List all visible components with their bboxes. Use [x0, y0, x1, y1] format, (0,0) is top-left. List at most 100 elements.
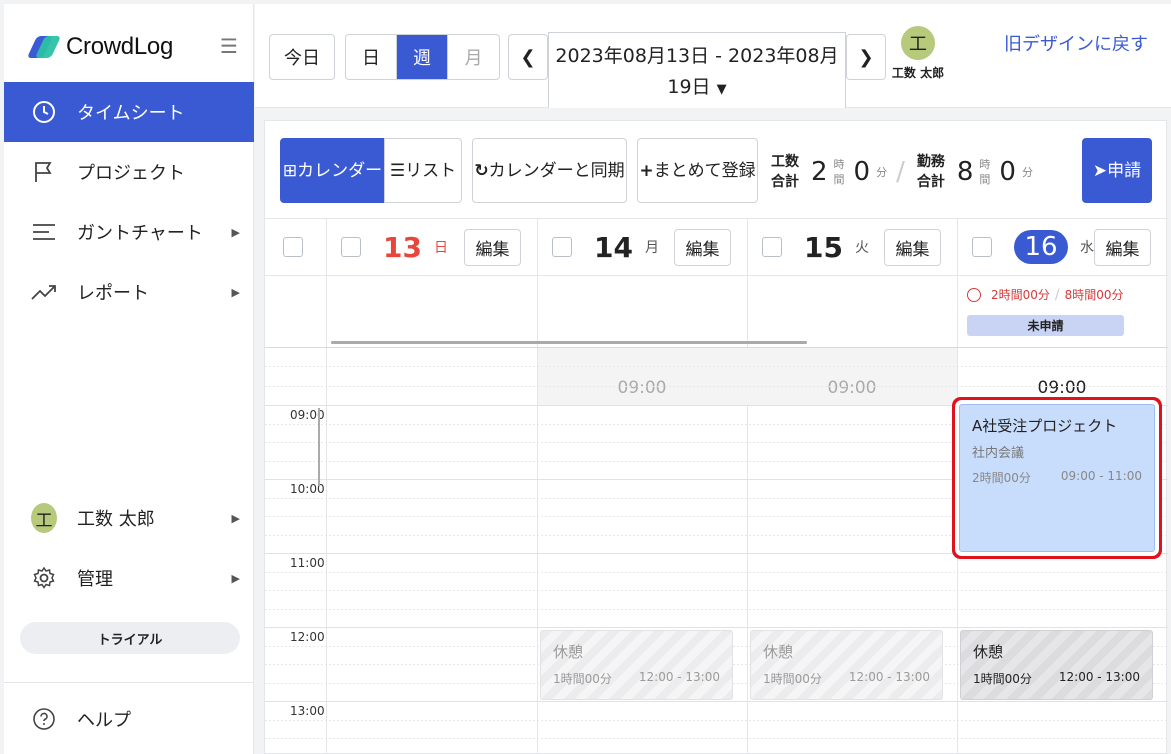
edit-button[interactable]: 編集: [1094, 229, 1151, 266]
view-day-button[interactable]: 日: [346, 35, 397, 79]
list-icon: ☰: [389, 160, 406, 181]
help-icon: [31, 706, 57, 732]
kinmu-total-label: 勤務合計: [916, 154, 945, 190]
kinmu-hours: 8: [956, 157, 974, 187]
logo[interactable]: CrowdLog: [26, 30, 173, 64]
divider: /: [1054, 286, 1060, 303]
next-week-button[interactable]: ❯: [846, 34, 886, 80]
day-header-15: 15 火: [762, 219, 869, 275]
vertical-scrollbar[interactable]: [318, 408, 320, 486]
day-weekday: 月: [644, 240, 659, 256]
view-switcher: 日 週 月: [345, 34, 500, 80]
event-meta: 1時間00分 12:00 - 13:00: [763, 670, 930, 687]
select-all-checkbox[interactable]: [283, 237, 303, 257]
today-button[interactable]: 今日: [269, 34, 335, 80]
kinmu-minutes: 0: [999, 157, 1016, 187]
bulk-label: まとめて登録: [653, 160, 756, 181]
sidebar-item-user[interactable]: 工 工数 太郎 ▶: [4, 488, 254, 548]
send-icon: ➤: [1092, 160, 1108, 181]
sidebar-item-help[interactable]: ヘルプ: [4, 682, 254, 754]
day-number: 14: [594, 230, 633, 264]
avatar: 工: [901, 26, 935, 60]
edit-button[interactable]: 編集: [884, 229, 941, 266]
calendar-sync-button[interactable]: ↻カレンダーと同期: [472, 138, 627, 203]
bulk-register-button[interactable]: +まとめて登録: [637, 138, 758, 203]
grid-line: [265, 738, 1168, 739]
event-title: A社受注プロジェクト: [972, 417, 1118, 435]
day-checkbox[interactable]: [341, 237, 361, 257]
grid-line: [265, 627, 1168, 628]
sidebar-item-label: タイムシート: [77, 103, 185, 124]
chevron-right-icon: ▶: [231, 571, 240, 585]
chevron-right-icon: ▶: [231, 225, 240, 239]
event-subtitle: 社内会議: [972, 446, 1025, 461]
kosu-hours: 2: [811, 157, 828, 187]
event-range: 09:00 - 11:00: [1060, 469, 1142, 483]
event-break[interactable]: 休憩 1時間00分 12:00 - 13:00: [540, 630, 733, 700]
caret-down-icon: ▼: [716, 82, 727, 97]
date-range-picker[interactable]: 2023年08月13日 - 2023年08月19日 ▼: [548, 32, 846, 108]
apply-button[interactable]: ➤申請: [1082, 138, 1152, 203]
prev-week-button[interactable]: ❮: [508, 34, 548, 80]
sidebar: CrowdLog ☰ タイムシート プロジェクト ガントチャート ▶ レポート …: [4, 4, 254, 754]
day-weekday: 火: [854, 240, 869, 256]
sidebar-item-report[interactable]: レポート ▶: [4, 262, 254, 322]
unit-hour: 時間: [979, 158, 991, 186]
event-meta: 1時間00分 12:00 - 13:00: [973, 670, 1140, 687]
sidebar-item-timesheet[interactable]: タイムシート: [4, 82, 254, 142]
event-meta: 1時間00分 12:00 - 13:00: [553, 670, 720, 687]
sidebar-item-label: ガントチャート: [77, 223, 203, 244]
list-view-button[interactable]: ☰リスト: [384, 138, 462, 203]
event-break[interactable]: 休憩 1時間00分 12:00 - 13:00: [750, 630, 943, 700]
user-menu[interactable]: 工 工数 太郎: [883, 26, 953, 81]
grid-line: [265, 701, 1168, 702]
sidebar-item-project[interactable]: プロジェクト: [4, 142, 254, 202]
sidebar-item-label: プロジェクト: [77, 163, 185, 184]
divider: /: [896, 157, 905, 187]
date-range-text: 2023年08月13日 - 2023年08月19日: [555, 45, 839, 98]
view-week-button[interactable]: 週: [397, 35, 448, 79]
allday-time: 09:00: [827, 378, 877, 398]
event-duration: 1時間00分: [763, 672, 822, 686]
refresh-icon: ↻: [474, 160, 489, 181]
day-checkbox[interactable]: [972, 237, 992, 257]
sidebar-item-admin[interactable]: 管理 ▶: [4, 548, 254, 608]
apply-label: 申請: [1107, 160, 1142, 181]
day-header-16: 16 水: [972, 219, 1094, 275]
avatar: 工: [31, 503, 57, 533]
event-project-a[interactable]: A社受注プロジェクト 社内会議 2時間00分 09:00 - 11:00: [959, 404, 1155, 552]
view-month-button[interactable]: 月: [448, 35, 499, 79]
event-break[interactable]: 休憩 1時間00分 12:00 - 13:00: [960, 630, 1153, 700]
gantt-icon: [31, 219, 57, 245]
status-badge: 未申請: [967, 315, 1124, 336]
sidebar-item-gantt[interactable]: ガントチャート ▶: [4, 202, 254, 262]
sidebar-item-label: ヘルプ: [77, 709, 131, 731]
edit-button[interactable]: 編集: [674, 229, 731, 266]
edit-button[interactable]: 編集: [464, 229, 521, 266]
old-design-link[interactable]: 旧デザインに戻す: [1001, 30, 1151, 60]
day-number-today: 16: [1014, 230, 1068, 264]
day-checkbox[interactable]: [552, 237, 572, 257]
grid-line: [265, 553, 1168, 554]
trial-badge[interactable]: トライアル: [20, 622, 240, 654]
sad-face-icon: [967, 287, 981, 302]
horizontal-scrollbar[interactable]: [331, 341, 807, 344]
clock-icon: [31, 99, 57, 125]
day-summary-row: 2時間00分 / 8時間00分 未申請: [265, 275, 1168, 348]
crowdlog-logo-icon: [26, 35, 62, 59]
event-meta: 2時間00分 09:00 - 11:00: [972, 469, 1142, 486]
day-weekday: 日: [433, 240, 448, 256]
event-duration: 2時間00分: [972, 471, 1031, 485]
calendar-view-button[interactable]: ⊞カレンダー: [280, 138, 385, 203]
kosu-minutes: 0: [853, 157, 871, 187]
day-header-13: 13 日: [341, 219, 448, 275]
week-calendar: 13 日 編集 14 月 編集 15 火 編集 16 水 編集 2時間00分 /…: [265, 219, 1168, 754]
time-label: 13:00: [290, 704, 325, 718]
menu-icon[interactable]: ☰: [220, 34, 238, 58]
event-duration: 1時間00分: [973, 672, 1032, 686]
chevron-right-icon: ▶: [231, 511, 240, 525]
allday-time: 09:00: [1037, 378, 1087, 398]
day-checkbox[interactable]: [762, 237, 782, 257]
totals: 工数合計 2 時間 0 分 / 勤務合計 8 時間 0 分: [767, 147, 1034, 197]
grid-line: [265, 590, 1168, 591]
